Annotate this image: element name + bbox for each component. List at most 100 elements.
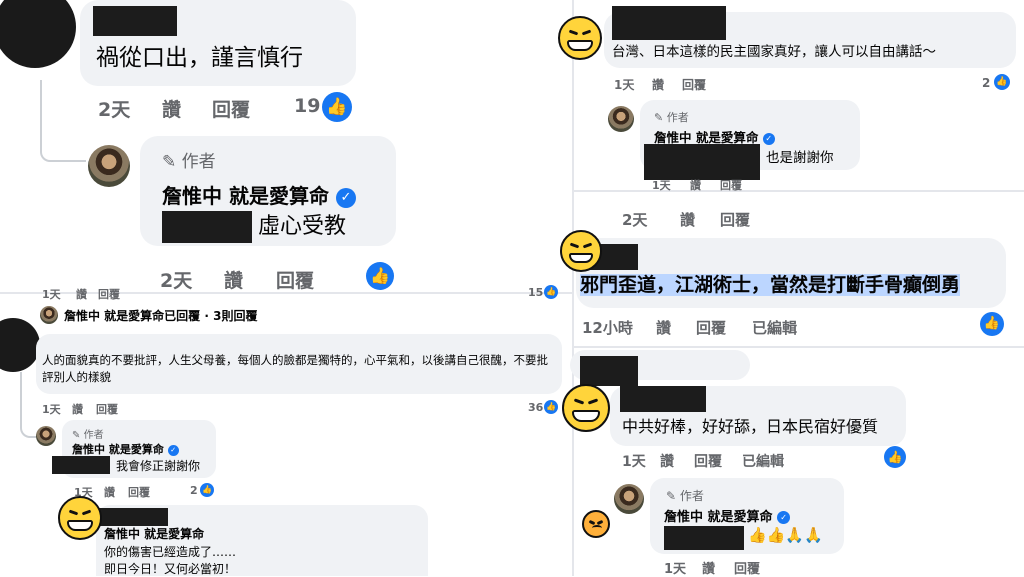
like-link[interactable]: 讚 <box>652 76 664 93</box>
reply-reply-link[interactable]: 回覆 <box>128 484 150 500</box>
reply-author-name[interactable]: 詹惟中 就是愛算命 <box>664 510 773 525</box>
grinning-emoji-icon <box>558 16 602 60</box>
like-icon[interactable]: 👍 <box>544 400 558 414</box>
reply-like-link[interactable]: 讚 <box>224 266 243 293</box>
reply-like-link[interactable]: 讚 <box>702 558 715 577</box>
highlighted-comment-text: 邪門歪道，江湖術士，當然是打斷手骨癲倒勇 <box>580 274 961 296</box>
author-badge-text: 作者 <box>679 489 704 503</box>
reply-text: 虛心受教 <box>258 214 347 239</box>
comment-time[interactable]: 12小時 <box>582 317 633 338</box>
like-icon[interactable]: 👍 <box>980 312 1004 336</box>
reply-reply-link[interactable]: 回覆 <box>720 177 742 193</box>
grinning-emoji-icon <box>58 496 102 540</box>
author-badge: ✎ 作者 <box>72 426 104 441</box>
reply-author-name[interactable]: 詹惟中 就是愛算命 <box>654 130 758 145</box>
reaction-count[interactable]: 15 <box>528 286 543 299</box>
like-icon[interactable]: 👍 <box>322 92 352 122</box>
verified-icon: ✓ <box>777 511 791 524</box>
reply-time[interactable]: 1天 <box>652 177 671 193</box>
reaction-count[interactable]: 36 <box>528 401 543 414</box>
comment-time[interactable]: 1天 <box>42 401 61 417</box>
like-link[interactable]: 讚 <box>660 451 674 471</box>
author-avatar[interactable] <box>40 306 58 324</box>
redacted-name <box>664 526 744 550</box>
author-badge: ✎ 作者 <box>666 487 704 504</box>
reply-text: 也是謝謝你 <box>766 150 834 166</box>
comment-text: 禍從口出，謹言慎行 <box>96 45 303 71</box>
author-avatar[interactable] <box>88 145 130 187</box>
redacted-name <box>162 211 252 243</box>
commenter-avatar[interactable] <box>0 318 40 372</box>
like-icon[interactable]: 👍 <box>994 74 1010 90</box>
like-icon[interactable]: 👍 <box>884 446 906 468</box>
comment-text: 人的面貌真的不要批評，人生父母養，每個人的臉都是獨特的，心平氣和，以後講自己很醜… <box>42 353 548 384</box>
author-badge-text: 作者 <box>181 152 216 172</box>
reply-time[interactable]: 1天 <box>664 558 686 577</box>
reply-link[interactable]: 回覆 <box>98 286 120 302</box>
comment-time[interactable]: 1天 <box>42 286 61 302</box>
verified-icon: ✓ <box>167 444 179 456</box>
reply-link[interactable]: 回覆 <box>720 209 750 230</box>
reply-author[interactable]: 詹惟中 就是愛算命 ✓ <box>664 506 791 525</box>
edited-label: 已編輯 <box>752 319 798 337</box>
reply-reply-link[interactable]: 回覆 <box>734 558 760 577</box>
comment-time[interactable]: 1天 <box>614 76 634 93</box>
author-avatar[interactable] <box>614 484 644 514</box>
like-link[interactable]: 讚 <box>656 317 671 338</box>
reply-author-name[interactable]: 詹惟中 就是愛算命 <box>72 443 164 456</box>
reply-like-link[interactable]: 讚 <box>104 484 115 500</box>
reply-reply-link[interactable]: 回覆 <box>276 266 314 293</box>
grinning-emoji-icon <box>562 384 610 432</box>
thread-line <box>40 80 86 162</box>
verified-icon: ✓ <box>762 132 775 145</box>
sub-reply-line-2: 即日今日！又何必當初！ <box>104 562 237 576</box>
author-avatar[interactable] <box>608 106 634 132</box>
like-link[interactable]: 讚 <box>72 401 83 417</box>
reply-time[interactable]: 2天 <box>160 266 192 293</box>
pencil-icon: ✎ <box>72 430 81 441</box>
verified-icon: ✓ <box>335 187 356 208</box>
author-avatar[interactable] <box>36 426 56 446</box>
redacted-name <box>52 456 110 474</box>
reaction-count[interactable]: 2 <box>982 76 990 90</box>
reply-link[interactable]: 回覆 <box>696 317 726 338</box>
author-badge: ✎ 作者 <box>162 147 216 172</box>
reply-link[interactable]: 回覆 <box>96 401 118 417</box>
redacted-name <box>93 6 177 36</box>
pencil-icon: ✎ <box>654 111 664 124</box>
sub-reply-line-1: 你的傷害已經造成了…… <box>104 545 237 559</box>
grinning-emoji-icon <box>560 230 602 272</box>
reply-author[interactable]: 詹惟中 就是愛算命 ✓ <box>72 441 179 457</box>
comment-text: 中共好棒，好好舔，日本民宿好優質 <box>622 417 879 436</box>
redacted-name <box>580 356 638 386</box>
reply-author-name[interactable]: 詹惟中 就是愛算命 <box>162 184 329 208</box>
like-icon[interactable]: 👍 <box>200 483 214 497</box>
like-link[interactable]: 讚 <box>162 95 181 122</box>
pencil-icon: ✎ <box>162 152 177 172</box>
reply-author[interactable]: 詹惟中 就是愛算命 ✓ <box>162 180 356 209</box>
reply-link[interactable]: 回覆 <box>212 95 250 122</box>
reply-text: 我會修正謝謝你 <box>116 459 201 473</box>
panel-divider-right-2 <box>574 346 1024 348</box>
comment-text: 台灣、日本這樣的民主國家真好，讓人可以自由講話～ <box>612 44 936 60</box>
sub-reply-author[interactable]: 詹惟中 就是愛算命 <box>104 525 204 542</box>
commenter-avatar[interactable] <box>0 0 76 68</box>
replied-summary[interactable]: 詹惟中 就是愛算命已回覆 · 3則回覆 <box>64 307 257 324</box>
reaction-count[interactable]: 19 <box>294 95 320 117</box>
like-link[interactable]: 讚 <box>76 286 87 302</box>
edited-label: 已編輯 <box>742 454 784 470</box>
angry-emoji-icon <box>582 510 610 538</box>
reply-like-link[interactable]: 讚 <box>690 177 701 193</box>
reaction-count[interactable]: 2 <box>190 484 198 497</box>
comment-time[interactable]: 2天 <box>98 95 130 122</box>
reply-link[interactable]: 回覆 <box>682 76 706 93</box>
reply-link[interactable]: 回覆 <box>694 451 722 471</box>
like-link[interactable]: 讚 <box>680 209 695 230</box>
comment-text: 邪門歪道，江湖術士，當然是打斷手骨癲倒勇 <box>580 270 961 297</box>
like-icon[interactable]: 👍 <box>366 262 394 290</box>
like-icon[interactable]: 👍 <box>544 285 558 299</box>
comment-time[interactable]: 1天 <box>622 451 646 471</box>
redacted-name <box>620 386 706 412</box>
thread-line <box>20 372 36 438</box>
comment-time[interactable]: 2天 <box>622 209 647 230</box>
